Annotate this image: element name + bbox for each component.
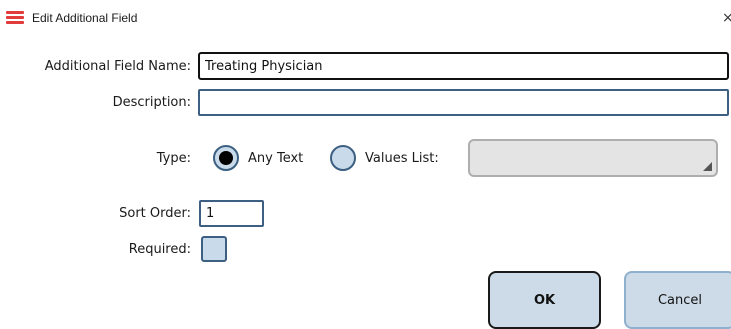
any-text-radio[interactable] [213,145,239,171]
title-bar: Edit Additional Field × [0,0,731,38]
values-list-label[interactable]: Values List: [365,151,439,166]
stacked-lines-icon [6,11,24,25]
close-icon[interactable]: × [722,8,731,28]
description-label: Description: [112,95,191,110]
window-title: Edit Additional Field [32,11,138,25]
values-list-select[interactable] [468,139,718,177]
name-field[interactable] [198,52,729,80]
required-checkbox[interactable] [201,236,227,262]
sort-order-field[interactable] [199,200,264,227]
type-label: Type: [156,151,191,166]
required-label: Required: [128,242,191,257]
sort-order-label: Sort Order: [119,206,191,221]
radio-selected-dot [219,151,233,165]
name-label: Additional Field Name: [44,59,191,74]
resize-grip-icon [703,162,712,171]
cancel-button[interactable]: Cancel [624,271,731,329]
description-field[interactable] [198,89,729,116]
values-list-radio[interactable] [330,145,356,171]
any-text-label[interactable]: Any Text [248,151,303,166]
ok-button[interactable]: OK [488,271,601,329]
